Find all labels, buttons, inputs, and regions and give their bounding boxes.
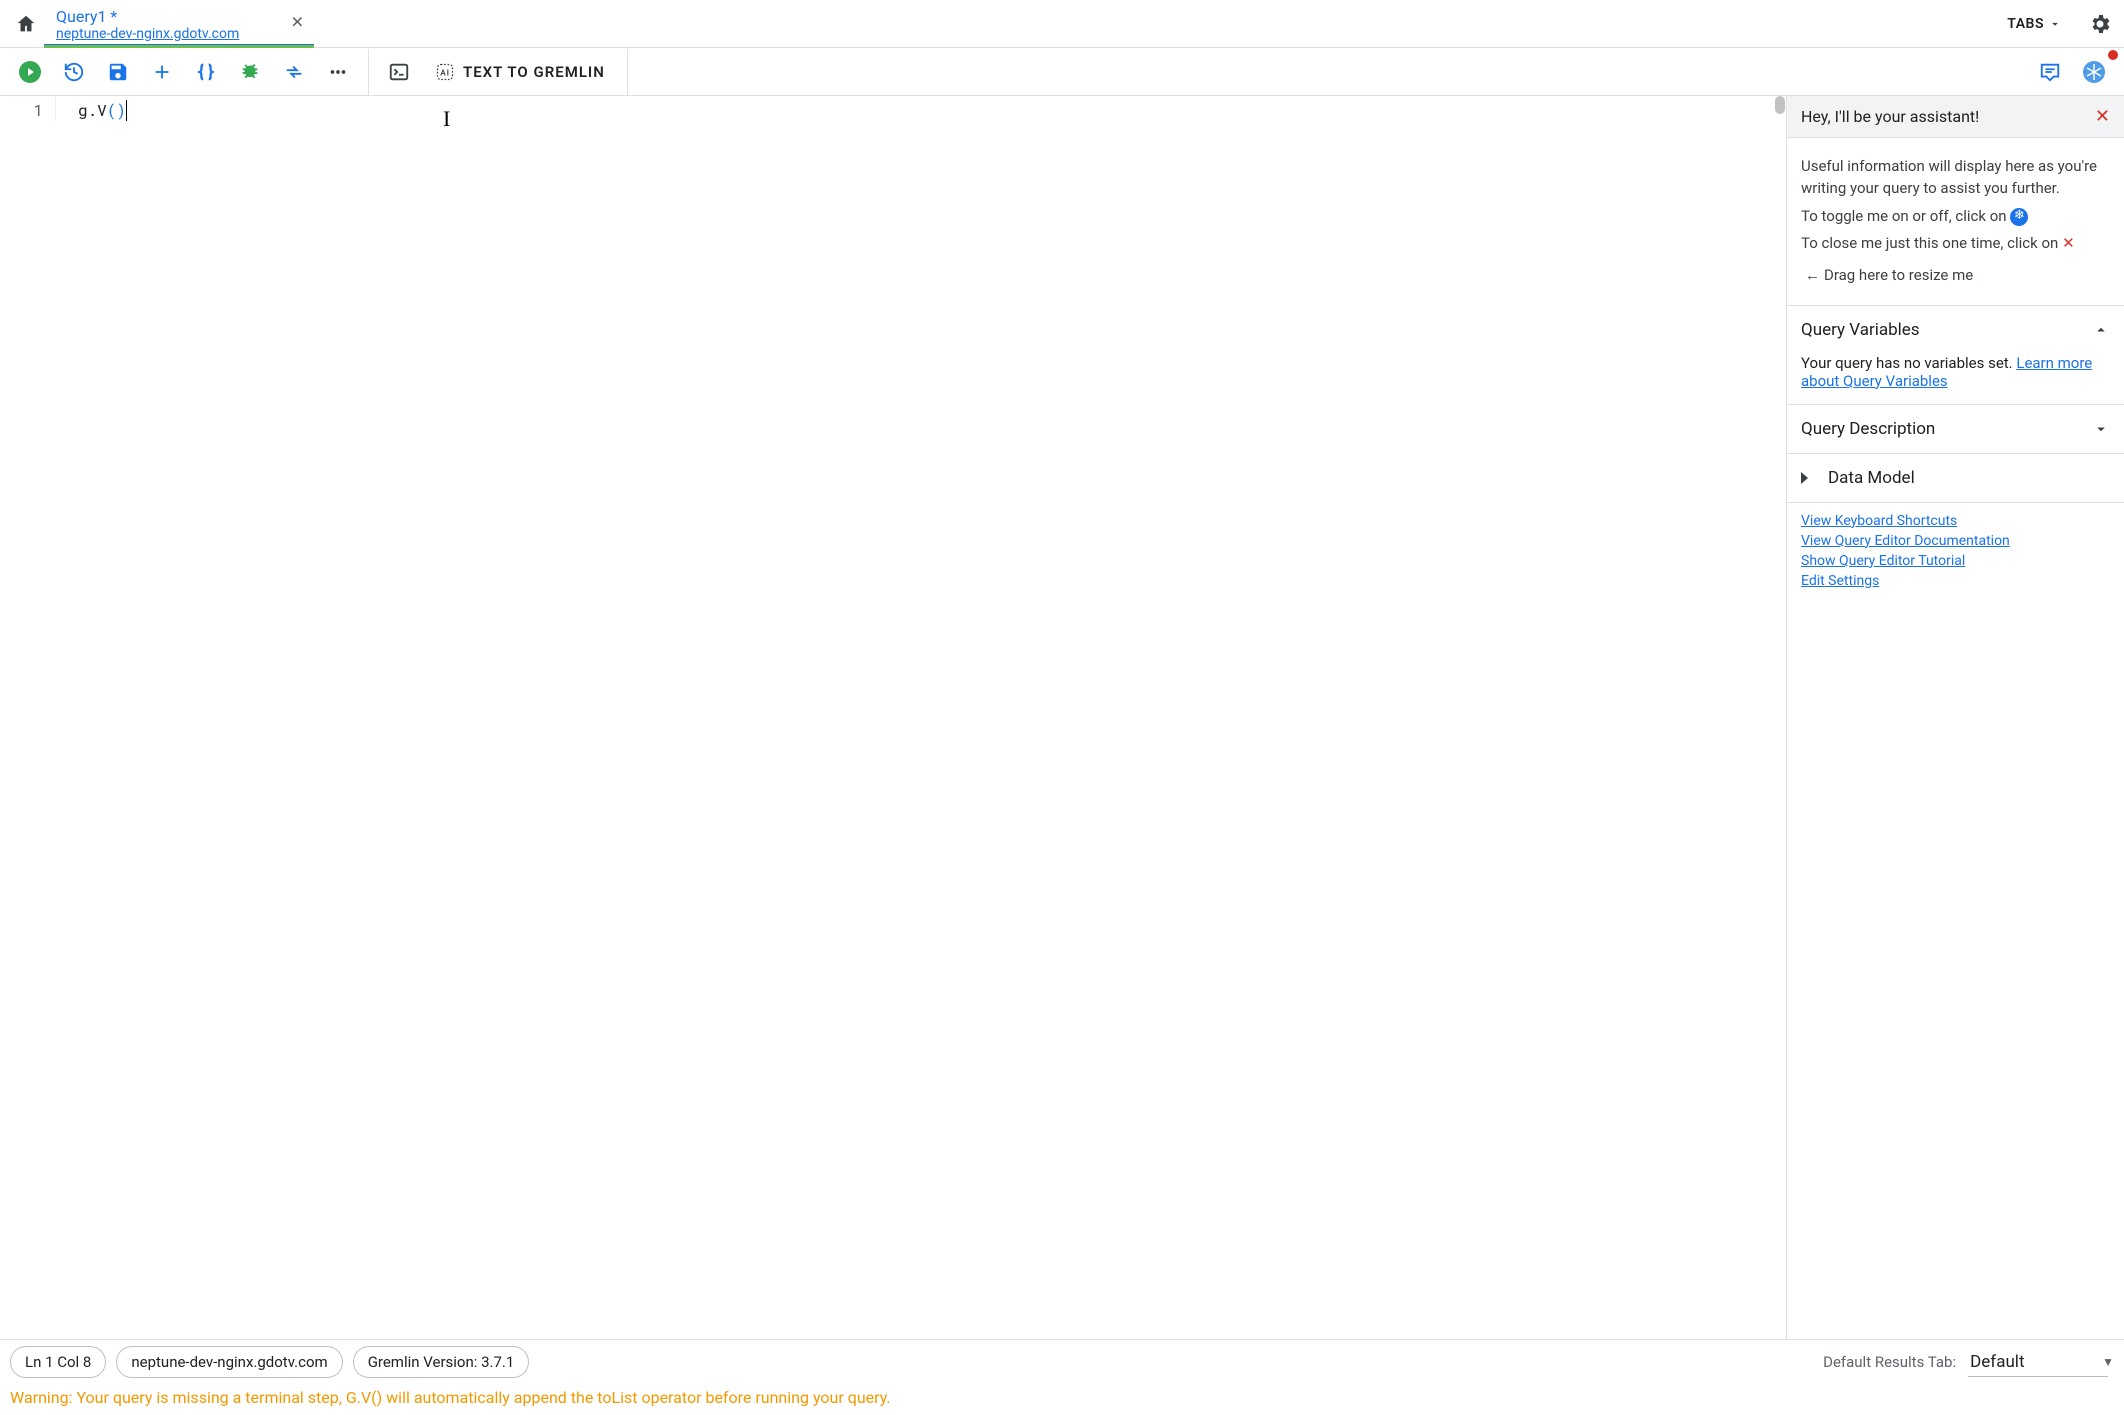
- tab-title: Query1 *: [56, 8, 274, 26]
- section-data-model[interactable]: Data Model: [1787, 453, 2124, 502]
- text-to-gremlin-button[interactable]: AI TEXT TO GREMLIN: [421, 52, 619, 92]
- debug-button[interactable]: [228, 52, 272, 92]
- text-cursor: [126, 100, 127, 121]
- link-edit-settings[interactable]: Edit Settings: [1801, 573, 1879, 589]
- section-query-description: Query Description: [1787, 404, 2124, 453]
- link-editor-docs[interactable]: View Query Editor Documentation: [1801, 533, 2010, 549]
- line-gutter: 1: [0, 96, 56, 121]
- more-button[interactable]: [316, 52, 360, 92]
- home-button[interactable]: [8, 0, 44, 47]
- console-button[interactable]: [377, 52, 421, 92]
- history-icon: [63, 61, 85, 83]
- terminal-icon: [388, 61, 410, 83]
- close-icon: ✕: [2062, 234, 2075, 252]
- section-header-query-description[interactable]: Query Description: [1787, 405, 2124, 453]
- caret-down-icon: [2048, 17, 2062, 31]
- default-results-label: Default Results Tab:: [1823, 1353, 1956, 1371]
- code-content: g.V(): [78, 100, 1786, 121]
- comments-button[interactable]: [2028, 52, 2072, 92]
- tab-close-button[interactable]: ✕: [291, 13, 304, 32]
- snowflake-icon: ❄: [2010, 208, 2028, 226]
- toolbar: AI TEXT TO GREMLIN: [0, 48, 2124, 96]
- assistant-toggle-hint: To toggle me on or off, click on ❄: [1801, 206, 2110, 228]
- host-pill[interactable]: neptune-dev-nginx.gdotv.com: [116, 1346, 342, 1378]
- braces-icon: [195, 61, 217, 83]
- assistant-header: Hey, I'll be your assistant! ✕: [1787, 96, 2124, 138]
- gremlin-version-pill[interactable]: Gremlin Version: 3.7.1: [353, 1346, 530, 1378]
- text-to-gremlin-label: TEXT TO GREMLIN: [463, 63, 605, 81]
- tab-query1[interactable]: Query1 * neptune-dev-nginx.gdotv.com ✕: [44, 0, 314, 47]
- ibeam-cursor-icon: I: [443, 106, 450, 132]
- toolbar-separator: [368, 49, 369, 95]
- assistant-panel: Hey, I'll be your assistant! ✕ Useful in…: [1786, 96, 2124, 1339]
- assistant-drag-hint[interactable]: ← Drag here to resize me: [1801, 261, 2110, 295]
- tab-bar: Query1 * neptune-dev-nginx.gdotv.com ✕ T…: [0, 0, 2124, 48]
- default-results-tab: Default Results Tab: Default ▼: [1823, 1348, 2114, 1377]
- assistant-body: Useful information will display here as …: [1787, 138, 2124, 305]
- section-header-query-variables[interactable]: Query Variables: [1787, 306, 2124, 354]
- assistant-links: View Keyboard Shortcuts View Query Edito…: [1787, 502, 2124, 603]
- triangle-right-icon: [1801, 472, 1808, 484]
- toolbar-separator-2: [627, 49, 628, 95]
- new-button[interactable]: [140, 52, 184, 92]
- run-button[interactable]: [8, 52, 52, 92]
- save-button[interactable]: [96, 52, 140, 92]
- assistant-toggle-button[interactable]: [2072, 52, 2116, 92]
- warning-message: Warning: Your query is missing a termina…: [10, 1388, 2114, 1407]
- assistant-close-hint: To close me just this one time, click on…: [1801, 233, 2110, 255]
- format-button[interactable]: [184, 52, 228, 92]
- line-number: 1: [0, 100, 43, 121]
- main-area: 1 g.V() I Hey, I'll be your assistant! ✕…: [0, 96, 2124, 1339]
- assistant-close-button[interactable]: ✕: [2095, 106, 2110, 127]
- link-keyboard-shortcuts[interactable]: View Keyboard Shortcuts: [1801, 513, 1957, 529]
- chevron-down-icon: [2092, 420, 2110, 438]
- ai-icon: AI: [435, 62, 455, 82]
- compare-button[interactable]: [272, 52, 316, 92]
- tab-subtitle: neptune-dev-nginx.gdotv.com: [56, 26, 274, 42]
- swap-icon: [283, 61, 305, 83]
- settings-button[interactable]: [2076, 0, 2124, 47]
- save-icon: [107, 61, 129, 83]
- link-editor-tutorial[interactable]: Show Query Editor Tutorial: [1801, 553, 1965, 569]
- status-bar: Ln 1 Col 8 neptune-dev-nginx.gdotv.com G…: [0, 1339, 2124, 1415]
- editor-scrollbar[interactable]: [1775, 96, 1785, 114]
- svg-text:AI: AI: [440, 68, 450, 78]
- chevron-up-icon: [2092, 321, 2110, 339]
- comment-icon: [2039, 61, 2061, 83]
- notification-badge: [2108, 50, 2118, 60]
- section-body-query-variables: Your query has no variables set. Learn m…: [1787, 354, 2124, 404]
- query-editor[interactable]: 1 g.V() I: [0, 96, 1786, 1339]
- assistant-greeting: Hey, I'll be your assistant!: [1801, 107, 1979, 126]
- cursor-position-pill[interactable]: Ln 1 Col 8: [10, 1346, 106, 1378]
- play-icon: [18, 60, 42, 84]
- section-query-variables: Query Variables Your query has no variab…: [1787, 305, 2124, 404]
- tabs-dropdown[interactable]: TABS: [1993, 0, 2076, 47]
- plus-icon: [151, 61, 173, 83]
- history-button[interactable]: [52, 52, 96, 92]
- gear-icon: [2088, 12, 2112, 36]
- arrow-left-icon: ←: [1805, 265, 1820, 287]
- bug-icon: [239, 61, 261, 83]
- home-icon: [15, 13, 37, 35]
- snowflake-icon: [2082, 60, 2106, 84]
- assistant-info: Useful information will display here as …: [1801, 156, 2110, 200]
- tabs-dropdown-label: TABS: [2007, 16, 2044, 32]
- default-results-select[interactable]: Default: [1968, 1348, 2108, 1377]
- more-h-icon: [327, 61, 349, 83]
